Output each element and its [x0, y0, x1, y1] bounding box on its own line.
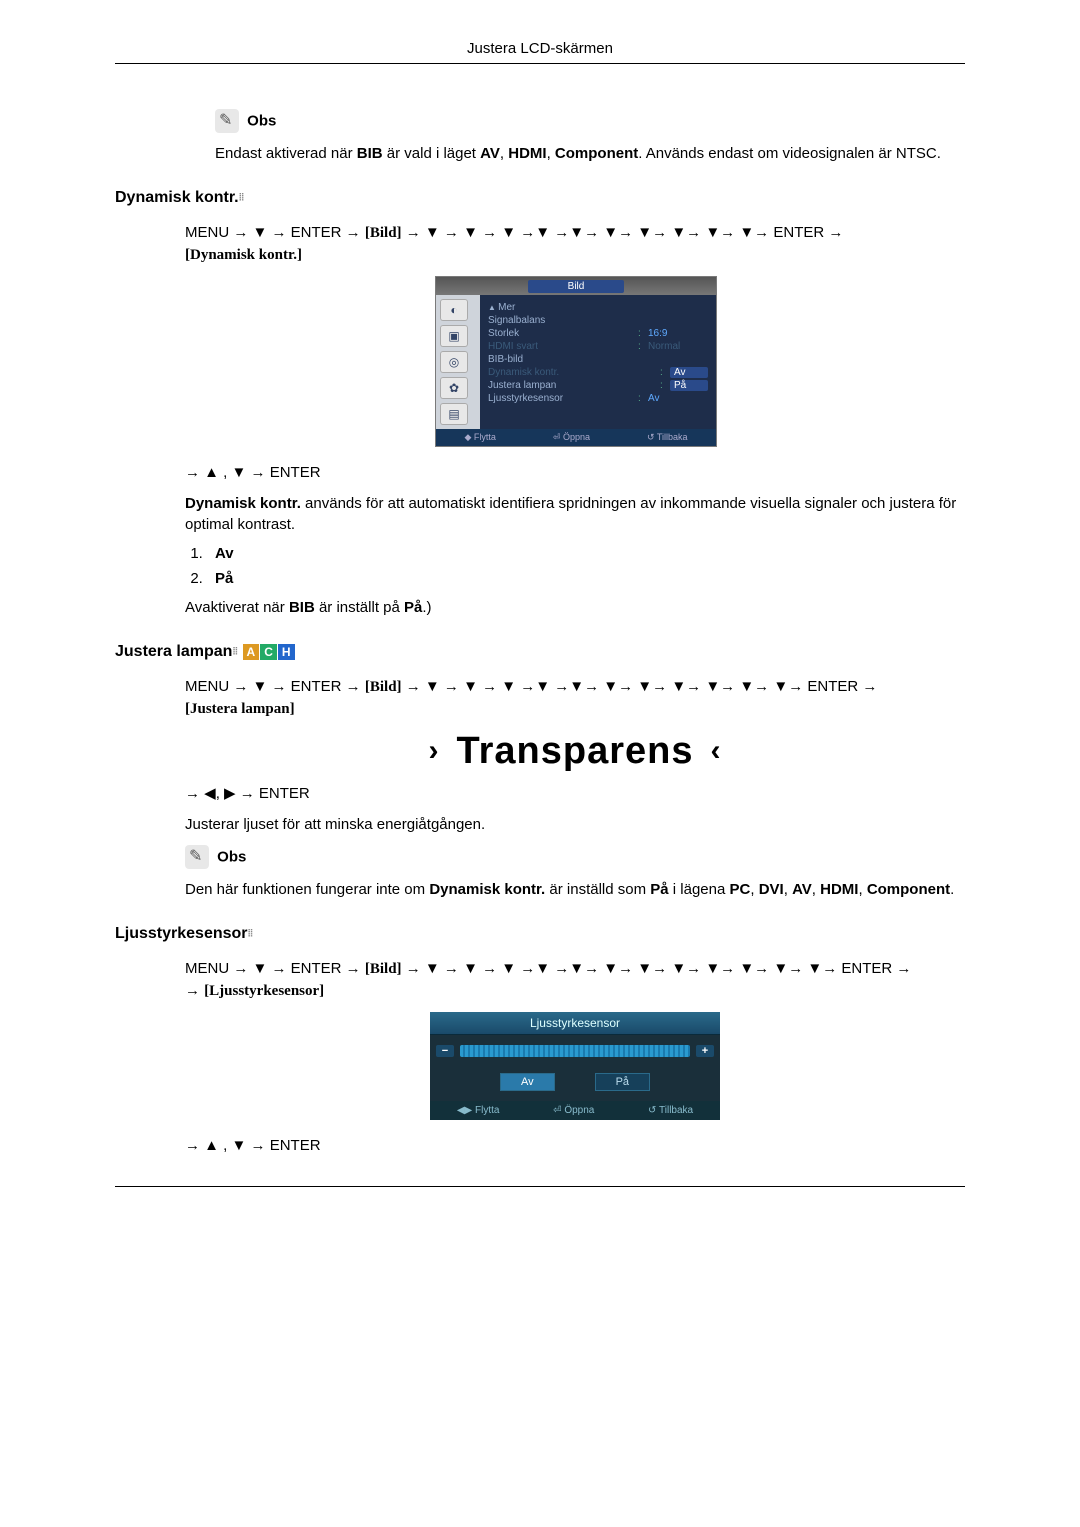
- osd-icon-1: ◐: [440, 299, 468, 321]
- badge-h: H: [278, 644, 295, 660]
- nav-step-lampan: → ◀, ▶ → ENTER: [185, 783, 965, 804]
- osd-screenshot-bild: Bild ◐ ▣ ◎ ✿ ▤ Mer Signalbalans Storlek:…: [435, 276, 715, 447]
- osd-footer-back: ↺ Tillbaka: [647, 432, 688, 443]
- option-off: Av: [500, 1073, 555, 1091]
- osd-icon-2: ▣: [440, 325, 468, 347]
- note-text-2: Den här funktionen fungerar inte om Dyna…: [185, 879, 965, 900]
- osd-footer-open: ⏎ Öppna: [553, 432, 590, 443]
- note-text-1: Endast aktiverad när BIB är vald i läget…: [215, 143, 965, 164]
- osd-footer-move: ◆ Flytta: [464, 432, 495, 443]
- left-bracket-icon: ›: [429, 734, 440, 768]
- osd-icon-5: ▤: [440, 403, 468, 425]
- note-label: Obs: [247, 113, 276, 130]
- badge-a: A: [243, 644, 260, 660]
- heading-ljusstyrkesensor: Ljusstyrkesensor⁞⁞: [115, 925, 965, 943]
- osd-icon-3: ◎: [440, 351, 468, 373]
- menu-path-dynamisk: MENU → ▼ → ENTER → [Bild] → ▼ → ▼ → ▼ →▼…: [185, 222, 965, 266]
- desc-lampan: Justerar ljuset för att minska energiåtg…: [185, 814, 965, 835]
- page-header: Justera LCD-skärmen: [115, 40, 965, 64]
- pencil-note-icon: [185, 845, 209, 869]
- osd2-footer-open: ⏎ Öppna: [553, 1105, 594, 1116]
- osd2-footer-back: ↺ Tillbaka: [648, 1105, 693, 1116]
- note-label: Obs: [217, 849, 246, 866]
- badge-c: C: [260, 644, 277, 660]
- slider-bar: [460, 1045, 690, 1057]
- option-on: På: [595, 1073, 650, 1091]
- menu-path-sensor: MENU → ▼ → ENTER → [Bild] → ▼ → ▼ → ▼ →▼…: [185, 958, 965, 1002]
- footer-rule: [115, 1186, 965, 1187]
- option-list-dyn: Av På: [185, 545, 965, 587]
- osd2-footer-move: ◀▶ Flytta: [457, 1105, 500, 1116]
- minus-icon: −: [436, 1045, 454, 1057]
- footnote-icon: ⁞⁞: [239, 192, 244, 203]
- transparens-graphic: › Transparens ‹: [185, 730, 965, 773]
- right-bracket-icon: ‹: [711, 734, 722, 768]
- list-item: På: [207, 570, 965, 587]
- heading-dynamisk-kontr: Dynamisk kontr.⁞⁞: [115, 189, 965, 207]
- plus-icon: +: [696, 1045, 714, 1057]
- footnote-icon: ⁞⁞: [232, 646, 237, 657]
- deactivated-note: Avaktiverat när BIB är inställt på På.): [185, 597, 965, 618]
- osd-icon-4: ✿: [440, 377, 468, 399]
- footnote-icon: ⁞⁞: [248, 928, 253, 939]
- nav-step-sensor: → ▲ , ▼ → ENTER: [185, 1135, 965, 1156]
- osd-screenshot-sensor: Ljusstyrkesensor − + Av På ◀▶ Flytta ⏎ Ö…: [430, 1012, 720, 1120]
- list-item: Av: [207, 545, 965, 562]
- note-heading-1: Obs: [215, 109, 965, 133]
- heading-justera-lampan: Justera lampan⁞⁞ ACH: [115, 643, 965, 661]
- desc-dyn: Dynamisk kontr. används för att automati…: [185, 493, 965, 535]
- osd-tab-bild: Bild: [528, 280, 625, 293]
- menu-path-lampan: MENU → ▼ → ENTER → [Bild] → ▼ → ▼ → ▼ →▼…: [185, 676, 965, 720]
- pencil-note-icon: [215, 109, 239, 133]
- osd2-title: Ljusstyrkesensor: [430, 1012, 720, 1035]
- note-heading-2: Obs: [185, 845, 965, 869]
- nav-step-dyn: → ▲ , ▼ → ENTER: [185, 462, 965, 483]
